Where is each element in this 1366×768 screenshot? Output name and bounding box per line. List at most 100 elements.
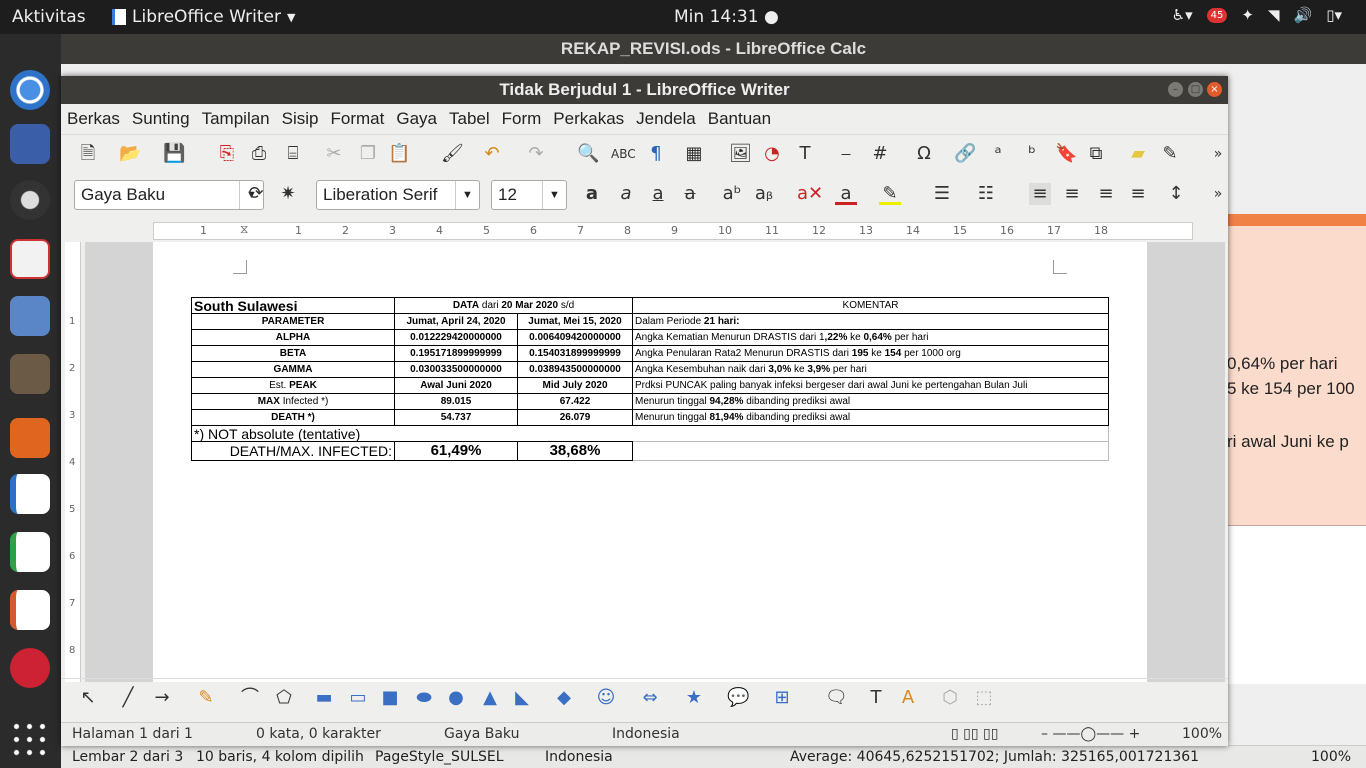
chevron-down-icon[interactable]: ▼ — [455, 181, 479, 209]
sheet-indicator[interactable]: Lembar 2 dari 3 — [72, 749, 183, 765]
insert-image-icon[interactable]: 🖼 — [729, 143, 752, 165]
freeform-icon[interactable]: ✎ — [195, 687, 217, 709]
spelling-icon[interactable]: ABC — [611, 143, 636, 165]
col1-header[interactable]: Jumat, April 24, 2020 — [394, 313, 518, 330]
value-cell[interactable]: 54.737 — [394, 409, 518, 426]
menu-sisip[interactable]: Sisip — [282, 104, 319, 132]
overflow-icon[interactable]: » — [1207, 183, 1229, 205]
special-character-icon[interactable]: Ω — [913, 143, 935, 165]
insert-table-icon[interactable]: ▦ — [683, 143, 705, 165]
rounded-rectangle-icon[interactable]: ▭ — [347, 687, 369, 709]
show-apps-icon[interactable] — [10, 720, 50, 760]
numbered-list-icon[interactable]: ☷ — [975, 183, 997, 205]
line-spacing-icon[interactable]: ↕ — [1165, 183, 1187, 205]
superscript-icon[interactable]: aᵇ — [721, 183, 743, 205]
copy-icon[interactable]: ❐ — [357, 143, 379, 165]
value-cell[interactable]: 0.195171899999999 — [394, 345, 518, 362]
volume-icon[interactable]: 🔊 — [1294, 6, 1313, 24]
formatting-marks-icon[interactable]: ¶ — [645, 143, 667, 165]
page-style[interactable]: PageStyle_SULSEL — [375, 749, 504, 765]
ratio-label[interactable]: DEATH/MAX. INFECTED: — [191, 441, 395, 461]
arrow-line-icon[interactable]: → — [151, 687, 173, 709]
print-icon[interactable]: ⎙ — [248, 143, 270, 165]
bold-icon[interactable]: a — [581, 183, 603, 205]
system-tray[interactable]: ♿▾ 45 ✦ ◥ 🔊 ▯▾ — [1172, 6, 1342, 24]
rectangle-icon[interactable]: ▬ — [313, 687, 335, 709]
menu-tabel[interactable]: Tabel — [449, 104, 490, 132]
ellipse-icon[interactable]: ⬬ — [413, 687, 435, 709]
ratio-value[interactable]: 61,49% — [394, 441, 518, 461]
zoom-level[interactable]: 100% — [1182, 726, 1222, 742]
page[interactable]: South Sulawesi DATA dari 20 Mar 2020 s/d… — [153, 242, 1147, 682]
save-icon[interactable]: 💾 — [163, 143, 185, 165]
highlight-icon[interactable]: ✎ — [879, 183, 901, 205]
notification-badge[interactable]: 45 — [1206, 7, 1228, 23]
select-icon[interactable]: ↖ — [77, 687, 99, 709]
points-icon[interactable]: ⬡ — [939, 687, 961, 709]
value-cell[interactable]: 89.015 — [394, 393, 518, 410]
comment-icon[interactable]: ▰ — [1127, 143, 1149, 165]
chromium-icon[interactable] — [10, 70, 50, 110]
page-break-icon[interactable]: ⎯ — [835, 143, 857, 165]
value-cell[interactable]: 26.079 — [517, 409, 633, 426]
param-header[interactable]: PARAMETER — [191, 313, 395, 330]
stars-icon[interactable]: ★ — [683, 687, 705, 709]
fontwork-icon[interactable]: A — [897, 687, 919, 709]
value-cell[interactable]: 0.038943500000000 — [517, 361, 633, 378]
menu-tampilan[interactable]: Tampilan — [202, 104, 270, 132]
justify-icon[interactable]: ≡ — [1127, 183, 1149, 205]
gimp-icon[interactable] — [10, 354, 50, 394]
battery-icon[interactable]: ▯▾ — [1326, 6, 1342, 24]
clear-formatting-icon[interactable]: a✕ — [797, 183, 823, 205]
value-cell[interactable]: 0.030033500000000 — [394, 361, 518, 378]
curve-icon[interactable]: ⌒ — [239, 687, 261, 709]
triangle-icon[interactable]: ▲ — [479, 687, 501, 709]
table-title[interactable]: South Sulawesi — [191, 297, 395, 314]
horizontal-ruler[interactable]: 1 ⧖ 1 2 3 4 5 6 7 8 9 10 11 12 13 14 15 … — [153, 222, 1193, 240]
paragraph-style-box[interactable]: Gaya Baku ▼ — [74, 180, 264, 210]
callouts-icon[interactable]: 💬 — [727, 687, 749, 709]
param-cell[interactable]: ALPHA — [191, 329, 395, 346]
calc-cell[interactable]: ri awal Juni ke p — [1227, 432, 1349, 452]
param-cell[interactable]: BETA — [191, 345, 395, 362]
note-cell[interactable]: *) NOT absolute (tentative) — [191, 425, 1109, 442]
param-cell[interactable]: GAMMA — [191, 361, 395, 378]
strikethrough-icon[interactable]: a — [679, 183, 701, 205]
overflow-icon[interactable]: » — [1207, 143, 1229, 165]
page-style[interactable]: Gaya Baku — [444, 726, 519, 742]
font-size-box[interactable]: 12 ▼ — [491, 180, 567, 210]
minimize-button[interactable]: – — [1168, 82, 1183, 97]
cross-reference-icon[interactable]: ⧉ — [1085, 143, 1107, 165]
accessibility-icon[interactable]: ♿▾ — [1172, 6, 1193, 24]
align-center-icon[interactable]: ≡ — [1061, 183, 1083, 205]
insert-chart-icon[interactable]: ◔ — [761, 143, 783, 165]
bookmark-icon[interactable]: 🔖 — [1055, 143, 1077, 165]
backup-icon[interactable] — [10, 180, 50, 220]
line-icon[interactable]: ╱ — [117, 687, 139, 709]
undo-icon[interactable]: ↶ — [481, 143, 503, 165]
chevron-down-icon[interactable]: ▼ — [542, 181, 566, 209]
block-arrows-icon[interactable]: ⇔ — [639, 687, 661, 709]
menu-gaya[interactable]: Gaya — [396, 104, 437, 132]
settings-icon[interactable] — [10, 648, 50, 688]
wifi-icon[interactable]: ◥ — [1268, 6, 1280, 24]
comment-cell[interactable]: Angka Penularan Rata2 Menurun DRASTIS da… — [632, 345, 1109, 362]
ratio-value[interactable]: 38,68% — [517, 441, 633, 461]
redo-icon[interactable]: ↷ — [525, 143, 547, 165]
value-cell[interactable]: 0.012229420000000 — [394, 329, 518, 346]
value-cell[interactable]: Awal Juni 2020 — [394, 377, 518, 394]
value-cell[interactable]: 0.006409420000000 — [517, 329, 633, 346]
calc-cell[interactable]: 5 ke 154 per 100 — [1227, 379, 1355, 399]
language[interactable]: Indonesia — [612, 726, 680, 742]
square-icon[interactable]: ■ — [379, 687, 401, 709]
menu-bantuan[interactable]: Bantuan — [708, 104, 771, 132]
comment-cell[interactable]: Menurun tinggal 81,94% dibanding prediks… — [632, 409, 1109, 426]
max-label-cell[interactable]: MAX Infected *) — [191, 393, 395, 410]
align-left-icon[interactable]: ≡ — [1029, 183, 1051, 205]
calc-cell[interactable]: 0,64% per hari — [1227, 354, 1338, 374]
endnote-icon[interactable]: ᵇ — [1021, 143, 1043, 165]
paste-icon[interactable]: 📋 — [388, 143, 410, 165]
menu-form[interactable]: Form — [502, 104, 542, 132]
page-indicator[interactable]: Halaman 1 dari 1 — [72, 726, 193, 742]
impress-app-icon[interactable] — [10, 590, 50, 630]
